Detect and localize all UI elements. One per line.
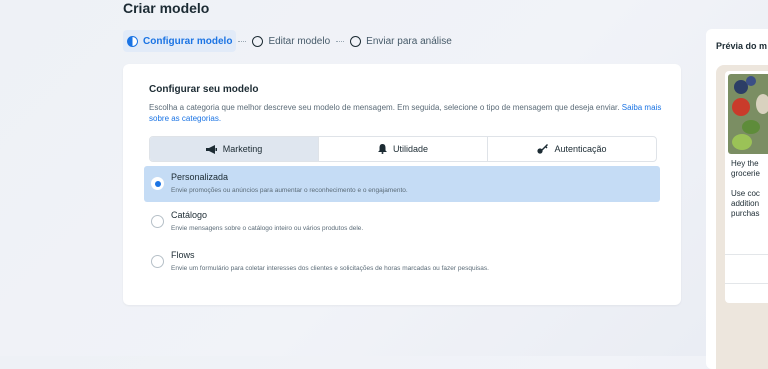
message-line: purchas: [731, 209, 760, 218]
step-submit[interactable]: Enviar para análise: [346, 30, 456, 52]
button-divider: [725, 283, 768, 284]
step-edit[interactable]: Editar modelo: [248, 30, 334, 52]
radio-button[interactable]: [151, 255, 164, 268]
tab-utility[interactable]: Utilidade: [319, 137, 488, 161]
button-divider: [725, 254, 768, 255]
step-label: Configurar modelo: [143, 35, 233, 47]
preview-panel: Prévia do m Hey the grocerie Use coc add…: [706, 29, 768, 369]
option-flows[interactable]: Flows Envie um formulário para coletar i…: [144, 244, 660, 280]
circle-icon: [350, 35, 362, 47]
message-line: grocerie: [731, 169, 760, 178]
config-description: Escolha a categoria que melhor descreve …: [149, 102, 669, 124]
tab-authentication[interactable]: Autenticação: [488, 137, 656, 161]
preview-title: Prévia do m: [716, 41, 768, 51]
radio-button[interactable]: [151, 215, 164, 228]
tab-label: Autenticação: [554, 144, 607, 154]
message-line: Hey the: [731, 159, 759, 168]
preview-image: [728, 74, 768, 154]
option-title: Catálogo: [171, 210, 208, 220]
step-connector: [238, 40, 247, 42]
key-icon: [537, 144, 549, 154]
option-catalog[interactable]: Catálogo Envie mensagens sobre o catálog…: [144, 204, 660, 240]
option-custom[interactable]: Personalizada Envie promoções ou anúncio…: [144, 166, 660, 202]
category-tabs: Marketing Utilidade Autenticação: [149, 136, 657, 162]
option-description: Envie mensagens sobre o catálogo inteiro…: [171, 225, 364, 232]
megaphone-icon: [205, 144, 217, 154]
step-configure[interactable]: Configurar modelo: [123, 30, 237, 52]
message-line: Use coc: [731, 189, 760, 198]
step-connector: [336, 40, 345, 42]
message-line: addition: [731, 199, 760, 208]
half-circle-icon: [127, 35, 138, 47]
tab-label: Utilidade: [392, 144, 429, 154]
radio-button[interactable]: [151, 177, 164, 190]
step-label: Editar modelo: [268, 35, 331, 47]
description-text: Escolha a categoria que melhor descreve …: [149, 103, 620, 112]
step-label: Enviar para análise: [366, 35, 452, 47]
option-description: Envie um formulário para coletar interes…: [171, 265, 489, 272]
option-title: Personalizada: [171, 172, 229, 182]
config-heading: Configurar seu modelo: [149, 84, 259, 95]
stepper: Configurar modelo Editar modelo Enviar p…: [123, 30, 456, 52]
phone-preview: Hey the grocerie Use coc addition purcha…: [716, 65, 768, 369]
tab-marketing[interactable]: Marketing: [150, 137, 319, 161]
option-title: Flows: [171, 250, 195, 260]
tab-label: Marketing: [222, 144, 263, 154]
circle-icon: [252, 35, 264, 47]
message-bubble: Hey the grocerie Use coc addition purcha…: [725, 71, 768, 303]
bell-icon: [377, 144, 387, 154]
page-title: Criar modelo: [123, 0, 210, 16]
config-card: Configurar seu modelo Escolha a categori…: [123, 64, 681, 305]
option-description: Envie promoções ou anúncios para aumenta…: [171, 187, 408, 194]
